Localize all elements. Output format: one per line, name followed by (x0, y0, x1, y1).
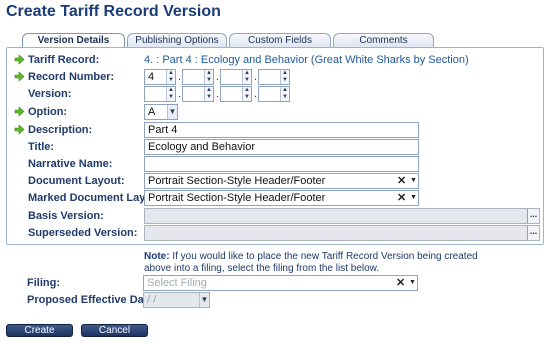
clear-x-icon[interactable]: ✕ (396, 276, 405, 290)
spinner-icon[interactable]: ▲ ▼ (242, 87, 251, 101)
spinner-icon[interactable]: ▲ ▼ (242, 70, 251, 84)
tab-publishing-options[interactable]: Publishing Options (127, 33, 227, 47)
option-label: Option: (28, 106, 68, 118)
tab-comments[interactable]: Comments (333, 33, 434, 47)
tab-version-details[interactable]: Version Details (22, 33, 125, 48)
required-arrow-icon (14, 124, 25, 135)
ellipsis-icon[interactable]: ... (527, 209, 539, 223)
clear-x-icon[interactable]: ✕ (397, 174, 406, 188)
narrative-name-label: Narrative Name: (28, 158, 113, 170)
version-details-panel: Tariff Record: 4. : Part 4 : Ecology and… (6, 47, 544, 245)
filing-placeholder: Select Filing (147, 277, 207, 289)
filing-select[interactable]: Select Filing ✕ ▼ (143, 275, 418, 291)
document-layout-label: Document Layout: (28, 175, 125, 187)
tariff-record-row: Tariff Record: 4. : Part 4 : Ecology and… (7, 52, 543, 69)
tariff-record-label: Tariff Record: (28, 54, 100, 66)
spinner-icon[interactable]: ▲ ▼ (204, 70, 213, 84)
note-text: If you would like to place the new Tarif… (144, 251, 478, 274)
marked-document-layout-row: Marked Document Layout: Portrait Section… (7, 190, 543, 207)
narrative-name-input[interactable] (144, 156, 419, 172)
version-segment-3[interactable]: ▲ ▼ (220, 86, 252, 102)
description-row: Description: Part 4 (7, 122, 543, 139)
document-layout-value: Portrait Section-Style Header/Footer (148, 175, 326, 187)
filing-note: Note: If you would like to place the new… (144, 251, 484, 275)
superseded-version-label: Superseded Version: (28, 227, 138, 239)
spinner-icon[interactable]: ▲ ▼ (204, 87, 213, 101)
document-layout-row: Document Layout: Portrait Section-Style … (7, 173, 543, 190)
record-number-segment-1-value: 4 (148, 71, 155, 83)
record-number-row: Record Number: 4 ▲ ▼ . ▲ ▼ . ▲ ▼ . ▲ ▼ (7, 69, 543, 86)
required-arrow-icon (14, 71, 25, 82)
page-title: Create Tariff Record Version (6, 3, 221, 20)
filing-label: Filing: (27, 277, 60, 289)
proposed-effective-date-input[interactable]: / / ▼ (143, 292, 210, 308)
record-number-segment-1[interactable]: 4 ▲ ▼ (144, 69, 176, 85)
basis-version-input[interactable]: ... (144, 208, 540, 224)
version-segment-4[interactable]: ▲ ▼ (258, 86, 290, 102)
option-select[interactable]: A ▼ (144, 104, 178, 120)
record-number-label: Record Number: (28, 71, 115, 83)
marked-document-layout-select[interactable]: Portrait Section-Style Header/Footer ✕ ▼ (144, 190, 419, 206)
spinner-icon[interactable]: ▲ ▼ (280, 87, 289, 101)
option-row: Option: A ▼ (7, 104, 543, 121)
title-row: Title: Ecology and Behavior (7, 139, 543, 156)
required-arrow-icon (14, 54, 25, 65)
version-row: Version: ▲ ▼ . ▲ ▼ . ▲ ▼ . ▲ ▼ (7, 86, 543, 103)
version-segment-1[interactable]: ▲ ▼ (144, 86, 176, 102)
tab-custom-fields[interactable]: Custom Fields (229, 33, 331, 47)
narrative-name-row: Narrative Name: (7, 156, 543, 173)
proposed-effective-date-value: / / (147, 294, 157, 306)
filing-row: Filing: Select Filing ✕ ▼ (6, 275, 544, 292)
record-number-segment-4[interactable]: ▲ ▼ (258, 69, 290, 85)
version-segment-2[interactable]: ▲ ▼ (182, 86, 214, 102)
dropdown-arrow-icon[interactable]: ▼ (410, 174, 417, 188)
record-number-segment-3[interactable]: ▲ ▼ (220, 69, 252, 85)
title-label: Title: (28, 141, 55, 153)
proposed-effective-date-row: Proposed Effective Date: / / ▼ (6, 292, 544, 309)
description-input[interactable]: Part 4 (144, 122, 419, 138)
description-label: Description: (28, 124, 93, 136)
create-button[interactable]: Create (6, 324, 73, 337)
spinner-icon[interactable]: ▲ ▼ (166, 87, 175, 101)
cancel-button[interactable]: Cancel (81, 324, 148, 337)
ellipsis-icon[interactable]: ... (527, 226, 539, 240)
document-layout-select[interactable]: Portrait Section-Style Header/Footer ✕ ▼ (144, 173, 419, 189)
title-input[interactable]: Ecology and Behavior (144, 139, 419, 155)
proposed-effective-date-label: Proposed Effective Date: (27, 294, 158, 306)
dropdown-arrow-icon[interactable]: ▼ (199, 293, 209, 307)
option-value: A (148, 106, 156, 118)
spinner-icon[interactable]: ▲ ▼ (280, 70, 289, 84)
marked-document-layout-value: Portrait Section-Style Header/Footer (148, 192, 326, 204)
superseded-version-row: Superseded Version: ... (7, 225, 543, 242)
record-number-segment-2[interactable]: ▲ ▼ (182, 69, 214, 85)
dropdown-arrow-icon[interactable]: ▼ (167, 105, 177, 119)
basis-version-row: Basis Version: ... (7, 208, 543, 225)
clear-x-icon[interactable]: ✕ (397, 191, 406, 205)
tariff-record-value: 4. : Part 4 : Ecology and Behavior (Grea… (144, 54, 469, 66)
spinner-icon[interactable]: ▲ ▼ (166, 70, 175, 84)
dropdown-arrow-icon[interactable]: ▼ (409, 276, 416, 290)
version-label: Version: (28, 88, 72, 100)
basis-version-label: Basis Version: (28, 210, 104, 222)
superseded-version-input[interactable]: ... (144, 225, 540, 241)
note-prefix: Note: (144, 251, 170, 262)
required-arrow-icon (14, 106, 25, 117)
dropdown-arrow-icon[interactable]: ▼ (410, 191, 417, 205)
